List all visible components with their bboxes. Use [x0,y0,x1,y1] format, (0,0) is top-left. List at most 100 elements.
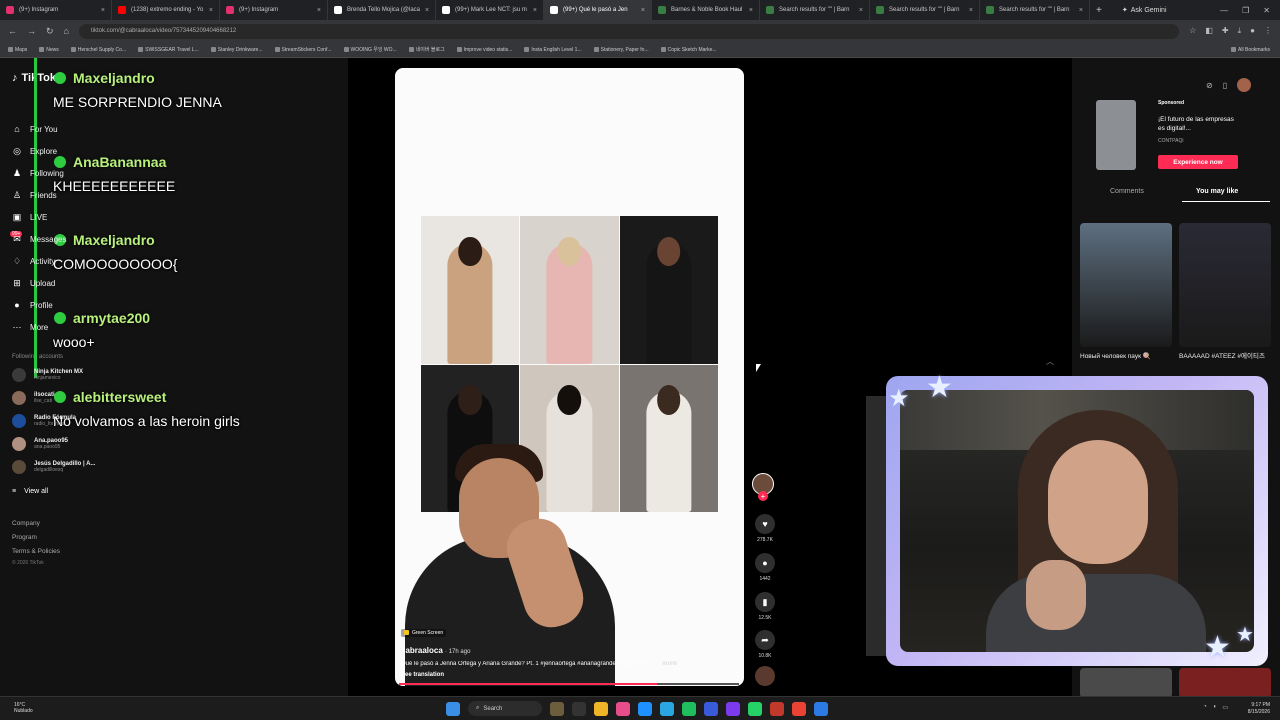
following-account[interactable]: Ana.paoo95 ana.paoo95 [12,437,68,451]
video-author[interactable]: cabraaloca · 17h ago [401,646,741,655]
app-icon[interactable] [726,701,740,716]
sidebar-item-activity[interactable]: ♢ Activity [12,256,55,266]
browser-tab[interactable]: Search results for "" | Barn × [760,0,870,20]
extensions-puzzle-icon[interactable]: ✚ [1222,26,1229,36]
following-account[interactable]: Jesús Delgadillo | A... delgadilloesq [12,460,95,474]
bookmark-item[interactable]: WOOING 우잉 WO... [343,46,397,53]
bookmark-item[interactable]: SWISSGEAR Travel L... [138,47,199,53]
tab-you-may-like[interactable]: You may like [1196,188,1238,195]
tab-close-icon[interactable]: × [1079,7,1083,14]
coin-icon[interactable]: ⊘ [1206,81,1213,90]
windows-start-icon[interactable] [446,701,460,716]
bookmark-item[interactable]: Maps [8,47,27,53]
following-account[interactable]: ilsocati ilse_cati [12,391,55,405]
tab-close-icon[interactable]: × [209,7,213,14]
new-tab-button[interactable]: + [1090,0,1108,20]
user-avatar[interactable] [1237,78,1252,92]
following-account[interactable]: Ninja Kitchen MX ninjamexico [12,368,83,382]
app-icon[interactable] [814,701,828,716]
experience-now-button[interactable]: Experience now [1158,155,1238,169]
sidebar-item-live[interactable]: ▣ LIVE [12,212,48,222]
url-field[interactable]: tiktok.com/@cabraaloca/video/75734452094… [78,23,1180,39]
footer-terms[interactable]: Terms & Policies [12,548,60,555]
browser-tab[interactable]: (9+) Instagram × [0,0,112,20]
back-icon[interactable]: ← [8,26,17,36]
bookmark-item[interactable]: 네이버 블로그 [408,46,445,53]
footer-company[interactable]: Company [12,520,40,527]
bookmark-item[interactable]: Herschel Supply Co... [70,47,126,53]
more-link[interactable]: more [662,661,677,667]
tab-close-icon[interactable]: × [425,7,429,14]
sidebar-item-friends[interactable]: ♙ Friends [12,190,57,200]
tab-close-icon[interactable]: × [317,7,321,14]
recommended-title[interactable]: BAAAAAD #ATEEZ #에이티즈 [1179,352,1273,361]
recommended-video-thumb[interactable] [1080,668,1172,698]
bookmark-item[interactable]: StreamStickers Conf... [274,47,332,53]
tab-close-icon[interactable]: × [749,7,753,14]
see-translation-link[interactable]: See translation [401,672,741,678]
footer-program[interactable]: Program [12,534,37,541]
browser-tab[interactable]: Search results for "" | Barn × [980,0,1090,20]
reload-icon[interactable]: ↻ [46,26,54,37]
follow-plus-icon[interactable]: + [758,491,768,501]
ask-gemini-button[interactable]: ✦ Ask Gemini [1122,6,1167,15]
effect-tag[interactable]: Green Screen [401,628,447,637]
bookmark-item[interactable]: Stationery, Paper fo... [593,47,649,53]
chrome-icon[interactable] [792,701,806,716]
file-explorer-icon[interactable] [594,701,608,716]
browser-tab[interactable]: Brenda Tello Mojica (@laca × [328,0,436,20]
sidebar-item-following[interactable]: ♟ Following [12,168,64,178]
recommended-title[interactable]: Новый человек паук 🍭 [1080,352,1174,361]
all-bookmarks[interactable]: All Bookmarks [1231,47,1280,53]
volume-icon[interactable]: ◖ [1213,704,1217,711]
minimize-icon[interactable]: — [1220,6,1228,15]
tab-close-icon[interactable]: × [533,7,537,14]
following-account[interactable]: Radio Fórmula radio_formula [12,414,76,428]
scroll-up-icon[interactable]: ︿ [1046,356,1054,367]
app-icon[interactable] [770,701,784,716]
sidebar-item-upload[interactable]: ⊞ Upload [12,278,55,288]
bookmark-star-icon[interactable]: ☆ [1189,26,1196,36]
like-button[interactable]: ♥ 278.7K [753,514,777,543]
browser-tab[interactable]: Barnes & Noble Book Haul × [652,0,760,20]
sidebar-item-for-you[interactable]: ⌂ For You [12,124,57,134]
recommended-video-thumb[interactable] [1179,668,1271,698]
bookmark-item[interactable]: News [39,47,59,53]
taskbar-clock[interactable]: 9:17 PM 8/15/2026 [1248,702,1270,716]
app-icon[interactable] [660,701,674,716]
browser-tab[interactable]: (99+) Qué le pasó a Jen × [544,0,652,20]
bookmark-item[interactable]: Copic Sketch Marke... [660,47,717,53]
browser-tab[interactable]: Search results for "" | Barn × [870,0,980,20]
recommended-video-thumb[interactable] [1080,223,1172,347]
device-icon[interactable]: ▯ [1223,81,1227,90]
close-window-icon[interactable]: ✕ [1263,6,1270,15]
taskbar-search[interactable]: ⌕ Search [468,701,542,716]
tab-close-icon[interactable]: × [969,7,973,14]
browser-tab[interactable]: (1238) extremo ending - Yo × [112,0,220,20]
ad-thumbnail[interactable] [1096,100,1136,170]
sound-disc-button[interactable] [753,666,777,686]
save-button[interactable]: ▮ 12.5K [753,592,777,621]
sidebar-item-profile[interactable]: ● Profile [12,300,52,310]
battery-icon[interactable]: ▭ [1222,704,1228,711]
menu-kebab-icon[interactable]: ⋮ [1264,26,1272,36]
tab-close-icon[interactable]: × [101,7,105,14]
home-browser-icon[interactable]: ⌂ [64,26,69,36]
ad-text[interactable]: ¡El futuro de las empresas es digital!..… [1158,115,1240,133]
bookmark-item[interactable]: Improve video statis... [456,47,512,53]
comment-button[interactable]: ● 1442 [753,553,777,582]
app-icon[interactable] [550,701,564,716]
share-button[interactable]: ➦ 10.8K [753,630,777,659]
extension-icon[interactable]: ◧ [1205,26,1213,36]
bookmark-item[interactable]: Insta English Level 1... [524,47,582,53]
browser-tab[interactable]: (9+) Instagram × [220,0,328,20]
video-progress-bar[interactable] [399,683,739,685]
sidebar-item-explore[interactable]: ◎ Explore [12,146,57,156]
wifi-icon[interactable]: ◔ [1203,704,1207,711]
profile-avatar-icon[interactable]: ● [1250,26,1255,36]
forward-icon[interactable]: → [27,26,36,36]
tab-close-icon[interactable]: × [859,7,863,14]
edge-icon[interactable] [638,701,652,716]
app-icon[interactable] [616,701,630,716]
browser-tab[interactable]: (99+) Mark Lee NCT: jsu m × [436,0,544,20]
